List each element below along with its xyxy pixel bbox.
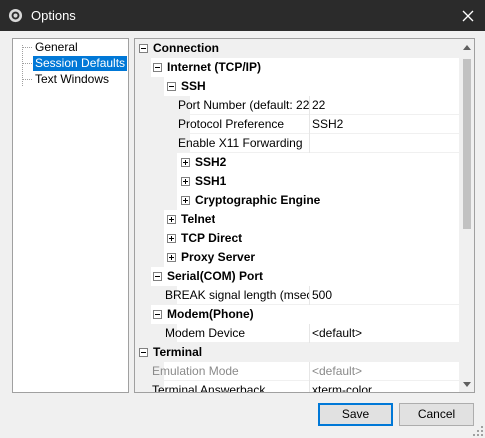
- category-row[interactable]: Cryptographic Engine: [135, 191, 459, 210]
- category-label: Modem(Phone): [167, 307, 254, 321]
- vertical-scrollbar[interactable]: [459, 39, 474, 392]
- minus-icon[interactable]: [139, 44, 148, 53]
- property-value[interactable]: <default>: [310, 362, 459, 381]
- close-icon: [462, 10, 474, 21]
- property-value[interactable]: 500: [310, 286, 459, 305]
- indent-margin: [135, 229, 164, 248]
- category-label: Internet (TCP/IP): [167, 60, 262, 74]
- tree-connector: [23, 47, 32, 48]
- scrollbar-thumb[interactable]: [463, 59, 471, 229]
- category-row[interactable]: Serial(COM) Port: [135, 267, 459, 286]
- property-name: BREAK signal length (msec): [165, 286, 310, 305]
- category-label: Terminal: [153, 345, 203, 359]
- indent-margin: [135, 191, 177, 210]
- property-row[interactable]: Protocol Preference SSH2: [135, 115, 459, 134]
- category-label: Cryptographic Engine: [195, 193, 321, 207]
- scroll-up-button[interactable]: [459, 39, 474, 55]
- category-row[interactable]: SSH2: [135, 153, 459, 172]
- property-row[interactable]: Port Number (default: 22) 22: [135, 96, 459, 115]
- tree-item-session-defaults[interactable]: Session Defaults: [33, 56, 128, 71]
- indent-margin: [135, 305, 151, 324]
- category-label: SSH2: [195, 155, 227, 169]
- resize-grip-icon[interactable]: [473, 426, 483, 436]
- indent-margin: [135, 77, 164, 96]
- gear-icon: [8, 8, 23, 23]
- category-row[interactable]: Internet (TCP/IP): [135, 58, 459, 77]
- chevron-down-icon: [463, 381, 471, 387]
- minus-icon[interactable]: [139, 348, 148, 357]
- category-row[interactable]: SSH1: [135, 172, 459, 191]
- tree-connector: [23, 63, 32, 64]
- options-tree[interactable]: General Session Defaults Text Windows: [12, 38, 129, 393]
- minus-icon[interactable]: [153, 310, 162, 319]
- property-row[interactable]: Enable X11 Forwarding: [135, 134, 459, 153]
- property-name: Emulation Mode: [152, 362, 310, 381]
- property-name: Terminal Answerback: [152, 381, 310, 392]
- category-row[interactable]: Connection: [135, 39, 459, 58]
- property-value[interactable]: xterm-color: [310, 381, 459, 392]
- indent-margin: [135, 153, 177, 172]
- property-name: Port Number (default: 22): [178, 96, 310, 115]
- category-label: Telnet: [181, 212, 216, 226]
- window-title: Options: [31, 8, 76, 23]
- chevron-up-icon: [463, 44, 471, 50]
- category-label: Proxy Server: [181, 250, 256, 264]
- property-row[interactable]: Terminal Answerback xterm-color: [135, 381, 459, 392]
- tree-connector: [23, 79, 32, 80]
- plus-icon[interactable]: [167, 234, 176, 243]
- category-label: Connection: [153, 41, 219, 55]
- category-label: Serial(COM) Port: [167, 269, 264, 283]
- property-row[interactable]: Modem Device <default>: [135, 324, 459, 343]
- category-row[interactable]: Telnet: [135, 210, 459, 229]
- tree-item-text-windows[interactable]: Text Windows: [33, 72, 111, 87]
- plus-icon[interactable]: [181, 158, 190, 167]
- tree-item-general[interactable]: General: [33, 40, 80, 55]
- property-grid[interactable]: Connection Internet (TCP/IP) SSH Port Numbe…: [134, 38, 475, 393]
- indent-margin: [135, 248, 164, 267]
- plus-icon[interactable]: [167, 253, 176, 262]
- property-name: Enable X11 Forwarding: [178, 134, 310, 153]
- category-label: TCP Direct: [181, 231, 243, 245]
- close-button[interactable]: [451, 0, 485, 31]
- property-value[interactable]: <default>: [310, 324, 459, 343]
- minus-icon[interactable]: [153, 63, 162, 72]
- plus-icon[interactable]: [181, 196, 190, 205]
- scroll-down-button[interactable]: [459, 376, 474, 392]
- indent-margin: [135, 172, 177, 191]
- cancel-button[interactable]: Cancel: [399, 403, 474, 426]
- property-value[interactable]: 22: [310, 96, 459, 115]
- plus-icon[interactable]: [167, 215, 176, 224]
- indent-margin: [135, 267, 151, 286]
- category-row[interactable]: Modem(Phone): [135, 305, 459, 324]
- property-row[interactable]: Emulation Mode <default>: [135, 362, 459, 381]
- category-label: SSH: [181, 79, 206, 93]
- category-row[interactable]: TCP Direct: [135, 229, 459, 248]
- category-label: SSH1: [195, 174, 227, 188]
- property-row[interactable]: BREAK signal length (msec) 500: [135, 286, 459, 305]
- save-button[interactable]: Save: [318, 403, 393, 426]
- plus-icon[interactable]: [181, 177, 190, 186]
- category-row[interactable]: SSH: [135, 77, 459, 96]
- property-value[interactable]: SSH2: [310, 115, 459, 134]
- category-row[interactable]: Proxy Server: [135, 248, 459, 267]
- indent-margin: [135, 210, 164, 229]
- minus-icon[interactable]: [153, 272, 162, 281]
- property-name: Protocol Preference: [178, 115, 310, 134]
- indent-margin: [135, 58, 151, 77]
- category-row[interactable]: Terminal: [135, 343, 459, 362]
- minus-icon[interactable]: [167, 82, 176, 91]
- property-name: Modem Device: [165, 324, 310, 343]
- title-bar: Options: [0, 0, 485, 31]
